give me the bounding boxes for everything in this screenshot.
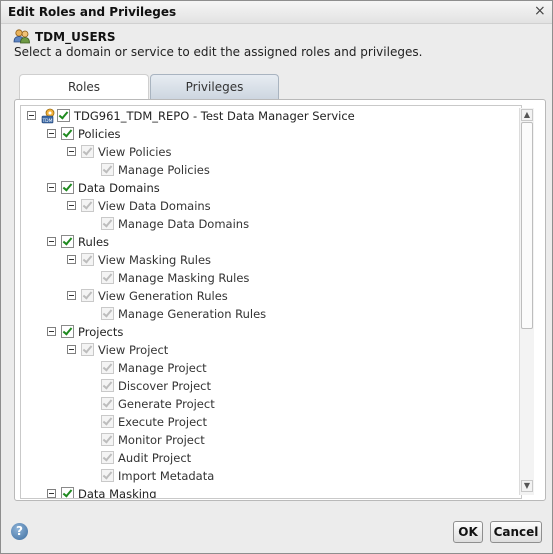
collapse-toggle-icon[interactable] bbox=[47, 183, 56, 192]
tab-privileges[interactable]: Privileges bbox=[150, 74, 279, 99]
tab-roles[interactable]: Roles bbox=[19, 74, 149, 99]
tree-node-label: Manage Masking Rules bbox=[118, 271, 250, 285]
user-name: TDM_USERS bbox=[35, 30, 116, 44]
privilege-checkbox bbox=[101, 451, 114, 464]
tree-node-label: View Generation Rules bbox=[98, 289, 228, 303]
ok-button[interactable]: OK bbox=[453, 521, 483, 543]
tree-node[interactable]: View Generation Rules bbox=[21, 287, 521, 305]
tree-node[interactable]: View Project bbox=[21, 341, 521, 359]
tree-node[interactable]: Rules bbox=[21, 233, 521, 251]
collapse-toggle-icon[interactable] bbox=[67, 255, 76, 264]
tree-node-label: Rules bbox=[78, 235, 110, 249]
privilege-checkbox[interactable] bbox=[61, 325, 74, 338]
tree-node[interactable]: Manage Policies bbox=[21, 161, 521, 179]
user-group-icon bbox=[13, 29, 30, 44]
collapse-toggle-icon[interactable] bbox=[27, 111, 36, 120]
tree-node-label: Import Metadata bbox=[118, 469, 215, 483]
tree-node[interactable]: View Masking Rules bbox=[21, 251, 521, 269]
tree-node[interactable]: Discover Project bbox=[21, 377, 521, 395]
privilege-checkbox bbox=[101, 379, 114, 392]
title-bar: Edit Roles and Privileges × bbox=[1, 1, 552, 24]
tab-label: Roles bbox=[67, 80, 101, 94]
tab-label: Privileges bbox=[185, 80, 244, 94]
service-icon: TDM bbox=[41, 108, 55, 124]
tree-node[interactable]: Import Metadata bbox=[21, 467, 521, 485]
privilege-checkbox bbox=[101, 397, 114, 410]
tree-node-service[interactable]: TDM TDG961_TDM_REPO - Test Data Manager S… bbox=[21, 107, 521, 125]
tree-node-label: View Policies bbox=[98, 145, 172, 159]
tree-node[interactable]: Projects bbox=[21, 323, 521, 341]
collapse-toggle-icon[interactable] bbox=[67, 291, 76, 300]
privilege-checkbox bbox=[81, 343, 94, 356]
tree-node-label: Execute Project bbox=[118, 415, 207, 429]
tree-node[interactable]: Policies bbox=[21, 125, 521, 143]
collapse-toggle-icon[interactable] bbox=[67, 147, 76, 156]
tree-node-label: Projects bbox=[78, 325, 124, 339]
tree-node-label: Manage Generation Rules bbox=[118, 307, 267, 321]
tree-node-label: Policies bbox=[78, 127, 121, 141]
tree-node[interactable]: Manage Generation Rules bbox=[21, 305, 521, 323]
privilege-checkbox bbox=[101, 469, 114, 482]
dialog-title: Edit Roles and Privileges bbox=[8, 5, 177, 19]
tree-node-label: Manage Data Domains bbox=[118, 217, 250, 231]
tree-node-label: Manage Policies bbox=[118, 163, 210, 177]
tree-node[interactable]: Data Domains bbox=[21, 179, 521, 197]
tree-node[interactable]: Manage Masking Rules bbox=[21, 269, 521, 287]
tree-node-label: Discover Project bbox=[118, 379, 212, 393]
privilege-checkbox bbox=[101, 271, 114, 284]
tree-node[interactable]: Generate Project bbox=[21, 395, 521, 413]
help-icon[interactable]: ? bbox=[11, 523, 28, 540]
tree-node-label: Manage Project bbox=[118, 361, 207, 375]
scrollbar-thumb[interactable] bbox=[521, 122, 533, 329]
tree-node-label: Generate Project bbox=[118, 397, 215, 411]
tree-node-label: View Data Domains bbox=[98, 199, 211, 213]
tree-node[interactable]: Data Masking bbox=[21, 485, 521, 499]
close-icon[interactable]: × bbox=[534, 4, 546, 18]
tree-node[interactable]: Monitor Project bbox=[21, 431, 521, 449]
privilege-checkbox bbox=[81, 145, 94, 158]
privilege-checkbox bbox=[81, 199, 94, 212]
privilege-checkbox bbox=[101, 307, 114, 320]
scroll-up-icon[interactable]: ▲ bbox=[521, 109, 533, 121]
tree-node[interactable]: Manage Data Domains bbox=[21, 215, 521, 233]
svg-text:TDM: TDM bbox=[41, 118, 52, 124]
tree-node-label: View Masking Rules bbox=[98, 253, 212, 267]
collapse-toggle-icon[interactable] bbox=[47, 129, 56, 138]
dialog-description: Select a domain or service to edit the a… bbox=[14, 45, 423, 59]
privilege-checkbox bbox=[101, 163, 114, 176]
collapse-toggle-icon[interactable] bbox=[67, 345, 76, 354]
privilege-checkbox bbox=[81, 289, 94, 302]
privilege-checkbox bbox=[101, 361, 114, 374]
privilege-checkbox bbox=[101, 217, 114, 230]
collapse-toggle-icon[interactable] bbox=[47, 327, 56, 336]
vertical-scrollbar[interactable]: ▲ ▼ bbox=[519, 108, 534, 495]
privileges-panel: TDM TDG961_TDM_REPO - Test Data Manager S… bbox=[14, 99, 546, 501]
privilege-checkbox[interactable] bbox=[61, 487, 74, 498]
collapse-toggle-icon[interactable] bbox=[67, 201, 76, 210]
tree-node[interactable]: View Policies bbox=[21, 143, 521, 161]
tree-node-label: View Project bbox=[98, 343, 169, 357]
collapse-toggle-icon[interactable] bbox=[47, 237, 56, 246]
privilege-checkbox[interactable] bbox=[61, 181, 74, 194]
privilege-checkbox bbox=[81, 253, 94, 266]
privileges-tree: TDM TDG961_TDM_REPO - Test Data Manager S… bbox=[20, 105, 522, 499]
tree-node-label: Audit Project bbox=[118, 451, 192, 465]
privilege-checkbox[interactable] bbox=[57, 109, 70, 122]
tree-node[interactable]: Audit Project bbox=[21, 449, 521, 467]
tree-node-label: Data Masking bbox=[78, 487, 157, 499]
tree-node[interactable]: Execute Project bbox=[21, 413, 521, 431]
tree-node-label: Data Domains bbox=[78, 181, 160, 195]
cancel-button[interactable]: Cancel bbox=[490, 521, 542, 543]
collapse-toggle-icon[interactable] bbox=[47, 489, 56, 498]
edit-roles-dialog: Edit Roles and Privileges × TDM_USERS Se… bbox=[0, 0, 553, 554]
privilege-checkbox bbox=[101, 433, 114, 446]
tree-node-label: TDG961_TDM_REPO - Test Data Manager Serv… bbox=[74, 109, 355, 123]
privilege-checkbox[interactable] bbox=[61, 235, 74, 248]
privilege-checkbox bbox=[101, 415, 114, 428]
privilege-checkbox[interactable] bbox=[61, 127, 74, 140]
scroll-down-icon[interactable]: ▼ bbox=[521, 480, 533, 492]
tree-node-label: Monitor Project bbox=[118, 433, 205, 447]
tree-node[interactable]: View Data Domains bbox=[21, 197, 521, 215]
tree-node[interactable]: Manage Project bbox=[21, 359, 521, 377]
